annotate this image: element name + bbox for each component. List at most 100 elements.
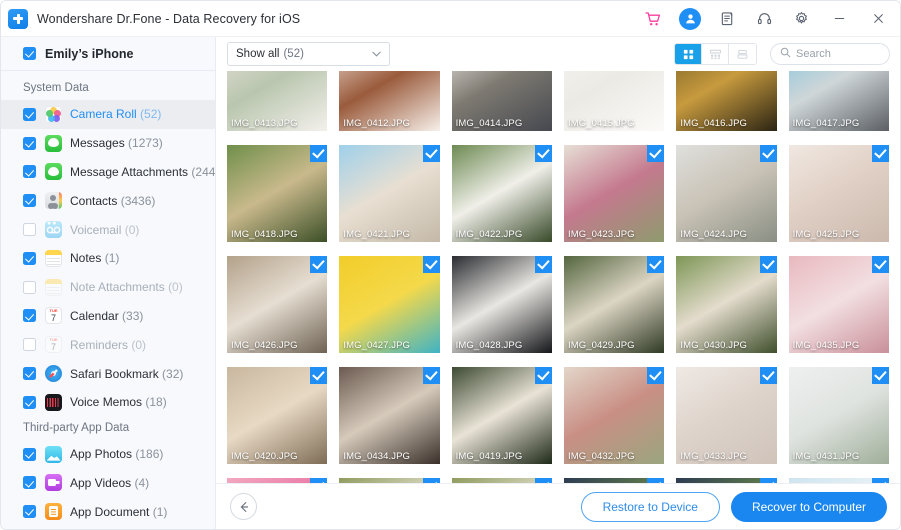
device-checkbox[interactable]	[23, 47, 36, 60]
photo-selected-checkmark[interactable]	[647, 256, 665, 273]
item-checkbox[interactable]	[23, 505, 36, 519]
photo-thumbnail[interactable]	[788, 478, 889, 483]
photo-thumbnail[interactable]: IMG_0421.JPG	[339, 145, 440, 242]
photo-selected-checkmark[interactable]	[310, 256, 328, 273]
photo-thumbnail[interactable]: IMG_0425.JPG	[788, 145, 889, 242]
photo-selected-checkmark[interactable]	[872, 367, 889, 384]
photo-thumbnail[interactable]: IMG_0434.JPG	[339, 367, 440, 464]
sidebar-item-safari-bookmark[interactable]: Safari Bookmark (32)	[1, 359, 215, 388]
sidebar-item-voice-memos[interactable]: Voice Memos (18)	[1, 388, 215, 417]
recover-to-computer-button[interactable]: Recover to Computer	[730, 491, 887, 522]
gear-icon[interactable]	[790, 8, 812, 30]
item-checkbox[interactable]	[23, 107, 36, 121]
photo-selected-checkmark[interactable]	[422, 367, 440, 384]
sidebar-item-contacts[interactable]: Contacts (3436)	[1, 186, 215, 215]
photo-selected-checkmark[interactable]	[759, 145, 777, 162]
photo-grid-scroll-area[interactable]: IMG_0413.JPG IMG_0412.JPG IMG_0414.JPG IMG_…	[216, 71, 900, 483]
item-checkbox[interactable]	[23, 309, 36, 323]
filter-dropdown[interactable]: Show all (52)	[227, 42, 390, 66]
sidebar-item-camera-roll[interactable]: Camera Roll (52)	[1, 100, 215, 129]
photo-selected-checkmark[interactable]	[872, 145, 889, 162]
photo-thumbnail[interactable]: IMG_0430.JPG	[676, 256, 777, 353]
photo-thumbnail[interactable]: IMG_0417.JPG	[788, 71, 889, 131]
sidebar-item-app-videos[interactable]: App Videos (4)	[1, 469, 215, 498]
photo-thumbnail[interactable]: IMG_0424.JPG	[676, 145, 777, 242]
photo-selected-checkmark[interactable]	[422, 478, 440, 483]
item-checkbox[interactable]	[23, 476, 36, 490]
photo-thumbnail[interactable]: IMG_0419.JPG	[451, 367, 552, 464]
view-list-button[interactable]	[729, 44, 756, 64]
sidebar-item-messages[interactable]: Messages (1273)	[1, 129, 215, 158]
photo-selected-checkmark[interactable]	[647, 367, 665, 384]
search-input[interactable]: Search	[770, 43, 890, 65]
photo-thumbnail[interactable]	[227, 478, 328, 483]
photo-selected-checkmark[interactable]	[872, 256, 889, 273]
sidebar-item-calendar[interactable]: TUE 7 Calendar (33)	[1, 302, 215, 331]
photo-selected-checkmark[interactable]	[310, 145, 328, 162]
item-checkbox[interactable]	[23, 194, 36, 208]
photo-thumbnail[interactable]: IMG_0415.JPG	[564, 71, 665, 131]
item-checkbox[interactable]	[23, 447, 36, 461]
sidebar-item-reminders[interactable]: TUE 7 Reminders (0)	[1, 330, 215, 359]
sidebar-item-app-document[interactable]: App Document (1)	[1, 497, 215, 526]
photo-thumbnail[interactable]: IMG_0429.JPG	[564, 256, 665, 353]
photo-selected-checkmark[interactable]	[310, 367, 328, 384]
view-small-grid-button[interactable]	[702, 44, 729, 64]
photo-selected-checkmark[interactable]	[422, 145, 440, 162]
sidebar-item-notes[interactable]: Notes (1)	[1, 244, 215, 273]
item-checkbox[interactable]	[23, 251, 36, 265]
restore-to-device-button[interactable]: Restore to Device	[580, 491, 720, 522]
photo-thumbnail[interactable]: IMG_0418.JPG	[227, 145, 328, 242]
photo-thumbnail[interactable]	[676, 478, 777, 483]
item-checkbox[interactable]	[23, 338, 36, 352]
photo-selected-checkmark[interactable]	[759, 478, 777, 483]
photo-thumbnail[interactable]: IMG_0432.JPG	[564, 367, 665, 464]
photo-thumbnail[interactable]: IMG_0414.JPG	[451, 71, 552, 131]
photo-selected-checkmark[interactable]	[759, 256, 777, 273]
photo-selected-checkmark[interactable]	[422, 256, 440, 273]
photo-thumbnail[interactable]: IMG_0433.JPG	[676, 367, 777, 464]
device-row[interactable]: Emily’s iPhone	[1, 37, 215, 71]
cart-icon[interactable]	[642, 8, 664, 30]
photo-selected-checkmark[interactable]	[535, 478, 552, 483]
sidebar-item-note-attachments[interactable]: Note Attachments (0)	[1, 273, 215, 302]
photo-thumbnail[interactable]: IMG_0412.JPG	[339, 71, 440, 131]
item-checkbox[interactable]	[23, 223, 36, 237]
photo-selected-checkmark[interactable]	[535, 367, 552, 384]
headset-icon[interactable]	[753, 8, 775, 30]
photo-thumbnail[interactable]: IMG_0426.JPG	[227, 256, 328, 353]
photo-selected-checkmark[interactable]	[310, 478, 328, 483]
photo-thumbnail[interactable]: IMG_0423.JPG	[564, 145, 665, 242]
minimize-icon[interactable]	[827, 8, 851, 30]
photo-thumbnail[interactable]: IMG_0431.JPG	[788, 367, 889, 464]
clipboard-icon[interactable]	[716, 8, 738, 30]
sidebar-item-app-photos[interactable]: App Photos (186)	[1, 440, 215, 469]
photo-thumbnail[interactable]: IMG_0428.JPG	[451, 256, 552, 353]
photo-thumbnail[interactable]: IMG_0422.JPG	[451, 145, 552, 242]
sidebar-item-message-attachments[interactable]: Message Attachments (244)	[1, 158, 215, 187]
item-checkbox[interactable]	[23, 395, 36, 409]
item-checkbox[interactable]	[23, 165, 36, 179]
photo-thumbnail[interactable]: IMG_0427.JPG	[339, 256, 440, 353]
photo-thumbnail[interactable]: IMG_0413.JPG	[227, 71, 328, 131]
photo-selected-checkmark[interactable]	[872, 478, 889, 483]
photo-thumbnail[interactable]: IMG_0435.JPG	[788, 256, 889, 353]
photo-thumbnail[interactable]: IMG_0416.JPG	[676, 71, 777, 131]
photo-thumbnail[interactable]	[339, 478, 440, 483]
back-arrow-icon[interactable]	[230, 493, 257, 520]
photo-thumbnail[interactable]	[564, 478, 665, 483]
account-avatar-icon[interactable]	[679, 7, 701, 30]
photo-thumbnail[interactable]: IMG_0420.JPG	[227, 367, 328, 464]
item-checkbox[interactable]	[23, 280, 36, 294]
close-icon[interactable]	[866, 8, 890, 30]
item-checkbox[interactable]	[23, 367, 36, 381]
item-checkbox[interactable]	[23, 136, 36, 150]
photo-selected-checkmark[interactable]	[647, 145, 665, 162]
photo-selected-checkmark[interactable]	[759, 367, 777, 384]
photo-thumbnail[interactable]	[451, 478, 552, 483]
photo-selected-checkmark[interactable]	[647, 478, 665, 483]
photo-selected-checkmark[interactable]	[535, 145, 552, 162]
sidebar-item-voicemail[interactable]: Voicemail (0)	[1, 215, 215, 244]
view-large-grid-button[interactable]	[675, 44, 702, 64]
photo-selected-checkmark[interactable]	[535, 256, 552, 273]
